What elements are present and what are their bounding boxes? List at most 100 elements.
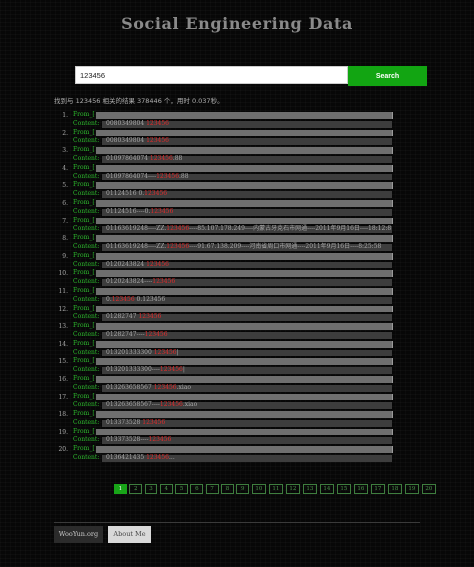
result-number: 11. [58, 287, 68, 295]
content-label: Content: [73, 366, 100, 374]
page-link-17[interactable]: 17 [370, 484, 386, 494]
from-label: From_[ [73, 163, 95, 171]
result-number: 10. [58, 270, 68, 278]
result-number: 1. [62, 112, 68, 119]
page-title: Social Engineering Data [121, 14, 353, 33]
page-link-16[interactable]: 16 [353, 484, 369, 494]
result-from: From_[ [73, 269, 393, 278]
content-prefix: 01124516----0. [106, 207, 151, 215]
page-link-10[interactable]: 10 [251, 484, 267, 494]
page-link-3[interactable]: 3 [144, 484, 158, 494]
result-content: Content: 01282747----123456 [73, 331, 392, 340]
result-number: 17. [58, 393, 68, 401]
content-highlight: 123456 [148, 436, 172, 444]
result-item: 16. From_[Content: 013263658567 123456.xia… [54, 375, 399, 393]
result-number: 4. [62, 164, 68, 172]
page-link-6[interactable]: 6 [190, 484, 204, 494]
content-highlight: 123456 [146, 454, 169, 462]
result-from: From_[ [73, 410, 393, 419]
from-label: From_[ [73, 427, 95, 435]
content-text: 01282747 123456 [106, 313, 161, 322]
redacted-source-bar [96, 428, 393, 436]
result-content: Content: 0080349804 123456 [73, 137, 392, 146]
page-link-13[interactable]: 13 [302, 484, 318, 494]
result-number: 3. [62, 147, 68, 155]
content-text: 01097864074----123456.88 [106, 173, 189, 182]
result-item: 6. From_[Content: 01124516----0.123456 [54, 199, 399, 217]
content-prefix: 01282747---- [106, 330, 145, 338]
page-link-1[interactable]: 1 [114, 484, 127, 494]
content-suffix: .88 [179, 172, 189, 180]
result-from: From_[ [73, 427, 393, 437]
result-content: Content: 01163619248----ZZ.123456----91.6… [73, 243, 392, 252]
result-number: 9. [62, 252, 68, 260]
from-label: From_[ [73, 286, 95, 294]
footer-tab-wooyun[interactable]: WooYun.org [54, 526, 103, 543]
result-from: From_[ [73, 357, 393, 366]
content-text: 013263658567----123456.xiao [106, 401, 197, 410]
page-link-14[interactable]: 14 [319, 484, 335, 494]
page-link-9[interactable]: 9 [236, 484, 250, 494]
content-prefix: 013263658567---- [106, 401, 160, 409]
content-suffix: .xiao [182, 401, 198, 409]
result-number: 5. [62, 182, 68, 190]
content-label: Content: [73, 137, 100, 145]
from-label: From_[ [73, 146, 95, 154]
result-item: 3. From_[Content: 01097864074 123456.88 [54, 146, 399, 164]
from-label: From_[ [73, 304, 95, 312]
page-link-5[interactable]: 5 [175, 484, 188, 494]
redacted-source-bar [96, 411, 393, 418]
result-number: 14. [58, 340, 68, 348]
result-item: 5. From_[Content: 01124516 0.123456 [54, 181, 399, 199]
redacted-source-bar [96, 270, 393, 278]
content-highlight: 123456 [144, 330, 168, 338]
page-link-11[interactable]: 11 [268, 484, 284, 494]
result-content: Content: 013373528 123456 [73, 419, 392, 428]
page-link-2[interactable]: 2 [129, 484, 143, 494]
from-label: From_[ [73, 410, 95, 418]
redacted-source-bar [96, 252, 393, 260]
content-prefix: 0080349804 [106, 119, 147, 127]
page-link-15[interactable]: 15 [336, 484, 352, 494]
result-number: 13. [58, 323, 68, 331]
page-link-19[interactable]: 19 [404, 484, 420, 494]
content-suffix: | [176, 348, 179, 356]
content-label: Content: [73, 207, 100, 215]
redacted-source-bar [96, 305, 393, 313]
search-input[interactable] [75, 66, 348, 84]
page-link-8[interactable]: 8 [221, 484, 234, 494]
result-number: 2. [62, 129, 68, 137]
result-from: From_[ [73, 181, 393, 190]
result-item: 15. From_[Content: 013201333300----123456| [54, 357, 399, 375]
content-highlight: 123456 [150, 207, 174, 215]
from-label: From_[ [73, 128, 95, 136]
result-number: 7. [62, 217, 68, 225]
content-highlight: 123456 [146, 119, 169, 127]
redacted-source-bar [96, 199, 393, 207]
search-button[interactable]: Search [348, 66, 427, 86]
result-item: 18. From_[Content: 013373528 123456 [54, 410, 399, 428]
from-label: From_[ [73, 198, 95, 206]
page-link-12[interactable]: 12 [285, 484, 301, 494]
content-label: Content: [73, 295, 100, 303]
content-highlight: 123456 [166, 225, 190, 233]
content-highlight: 123456 [166, 242, 190, 250]
content-highlight: 123456 [159, 366, 183, 374]
content-text: 013263658567 123456.xiao [106, 384, 191, 393]
content-prefix: 01282747 [106, 313, 139, 321]
content-text: 01282747----123456 [106, 331, 168, 340]
result-from: From_[ [73, 340, 393, 349]
result-content: Content: 0.123456 0.123456 [73, 295, 392, 305]
result-item: 17. From_[Content: 013263658567----123456.… [54, 393, 399, 411]
page-link-7[interactable]: 7 [205, 484, 219, 494]
page-link-18[interactable]: 18 [387, 484, 403, 494]
content-highlight: 123456 [111, 295, 135, 303]
content-text: 01124516----0.123456 [106, 208, 173, 217]
page-link-20[interactable]: 20 [421, 484, 437, 494]
footer-tab-about[interactable]: About Me [108, 526, 151, 543]
content-text: 0080349804 123456 [106, 137, 169, 146]
page-link-4[interactable]: 4 [159, 484, 173, 494]
content-text: 01163619248----ZZ.123456----85.107.178.2… [106, 225, 391, 234]
result-from: From_[ [73, 198, 393, 208]
content-text: 013201333300 123456| [106, 349, 179, 358]
